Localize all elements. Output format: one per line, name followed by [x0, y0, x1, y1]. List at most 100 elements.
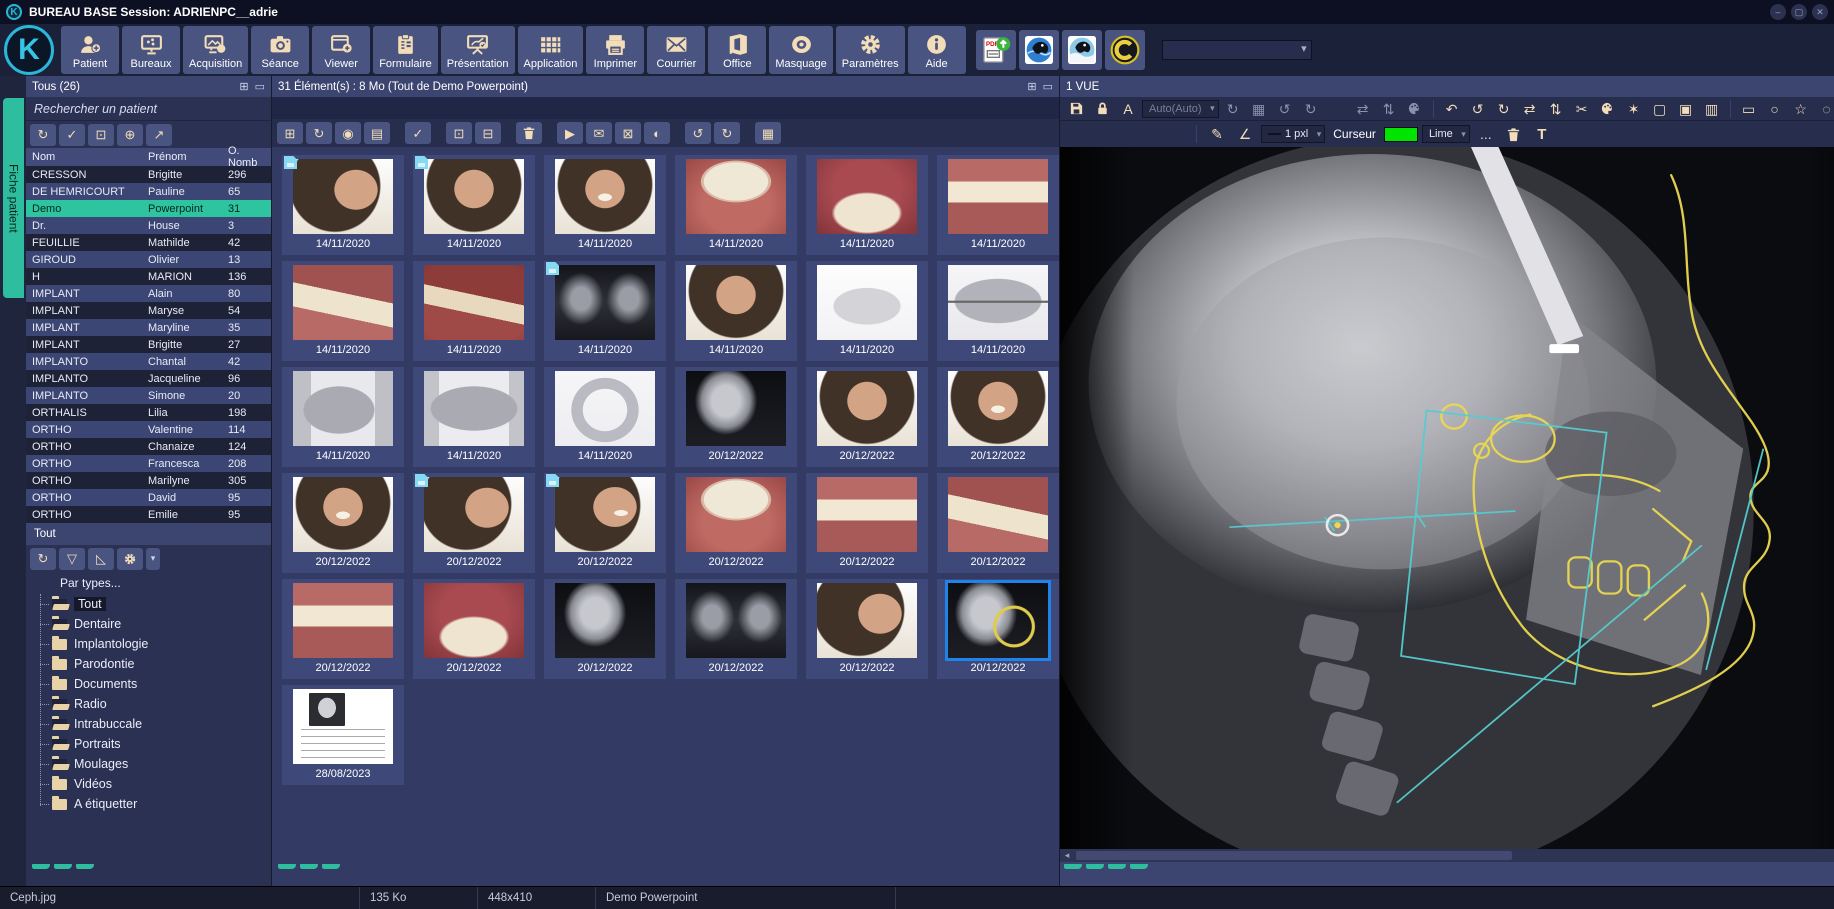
patient-row[interactable]: ORTHO Chanaize 124	[26, 438, 271, 455]
tiles-button[interactable]: ⊞	[277, 122, 303, 144]
undo-button[interactable]: ↶	[1440, 98, 1464, 119]
gallery-item[interactable]: 20/12/2022	[544, 579, 666, 679]
patient-row[interactable]: ORTHALIS Lilia 198	[26, 404, 271, 421]
gallery-item[interactable]: 20/12/2022	[806, 473, 928, 573]
gallery-item[interactable]: 14/11/2020	[937, 261, 1059, 361]
tree-item-radio[interactable]: Radio	[26, 694, 271, 714]
palette2-button[interactable]	[1596, 98, 1620, 119]
menu-item-edition[interactable]	[276, 106, 296, 110]
toolbar-button[interactable]: Paramètres	[836, 26, 905, 74]
gallery-item[interactable]: 14/11/2020	[544, 155, 666, 255]
column-prenom[interactable]: Prénom	[148, 151, 228, 163]
lock-button[interactable]	[1090, 98, 1114, 119]
gallery-tab-iconographie[interactable]	[278, 864, 296, 869]
lasso-button[interactable]: ◌	[1815, 98, 1834, 119]
rotate-right2-button[interactable]: ↻	[1492, 98, 1516, 119]
patient-row[interactable]: ORTHO Valentine 114	[26, 421, 271, 438]
gallery-item[interactable]: 14/11/2020	[675, 261, 797, 361]
flip-h-button[interactable]: ⇄	[1351, 98, 1375, 119]
filter-patients-button[interactable]: ▽	[59, 548, 85, 570]
orca-web-button[interactable]	[1019, 30, 1059, 70]
types-label[interactable]: Par types...	[26, 572, 271, 594]
line-width-dropdown[interactable]: 1 pxl	[1261, 125, 1325, 143]
patient-row[interactable]: ORTHO Marilyne 305	[26, 472, 271, 489]
menu-item-image[interactable]	[296, 106, 316, 110]
toolbar-button[interactable]: Acquisition	[183, 26, 248, 74]
patient-row[interactable]: GIROUD Olivier 13	[26, 251, 271, 268]
gallery-item[interactable]: 14/11/2020	[413, 155, 535, 255]
gallery-item[interactable]: 14/11/2020	[806, 155, 928, 255]
grid-button[interactable]: ▦	[1247, 98, 1271, 119]
properties-button[interactable]: ▥	[1700, 98, 1724, 119]
toolbar-button[interactable]: Courrier	[647, 26, 705, 74]
patient-row[interactable]: Dr. House 3	[26, 217, 271, 234]
flip-h2-button[interactable]: ⇄	[1518, 98, 1542, 119]
cursor-color-swatch[interactable]	[1384, 127, 1418, 142]
close-button[interactable]: ✕	[1812, 4, 1828, 20]
scrollbar-thumb[interactable]	[1076, 851, 1512, 860]
grid-button[interactable]: ▦	[755, 122, 781, 144]
gallery-tab-formulaires[interactable]	[300, 864, 318, 869]
more-options-button[interactable]: ...	[1474, 124, 1498, 145]
copy-button[interactable]: ⊡	[446, 122, 472, 144]
patient-row[interactable]: IMPLANTO Chantal 42	[26, 353, 271, 370]
tree-item-a-tiquetter[interactable]: A étiquetter	[26, 794, 271, 814]
validate-button[interactable]: ✓	[59, 124, 85, 146]
effects-button[interactable]: ✶	[1622, 98, 1646, 119]
gallery-item[interactable]: 20/12/2022	[282, 473, 404, 573]
refresh-button[interactable]: ↻	[306, 122, 332, 144]
toolbar-button[interactable]: Masquage	[769, 26, 832, 74]
annotate-button[interactable]: ▣	[1674, 98, 1698, 119]
gallery-item[interactable]: 20/12/2022	[806, 579, 928, 679]
collapse-panel-icon[interactable]: ▭	[1043, 80, 1053, 93]
save-button[interactable]	[1064, 98, 1088, 119]
cursor-color-dropdown[interactable]: Lime	[1422, 125, 1470, 143]
duplicate-button[interactable]: ⊡	[88, 124, 114, 146]
filter-stats-button[interactable]: ◺	[88, 548, 114, 570]
patient-row[interactable]: DE HEMRICOURT Pauline 65	[26, 183, 271, 200]
export-button[interactable]: ↗	[146, 124, 172, 146]
gallery-item[interactable]: 20/12/2022	[544, 473, 666, 573]
zoom-dropdown[interactable]: Auto(Auto)	[1142, 100, 1219, 118]
toolbar-button[interactable]: Séance	[251, 26, 309, 74]
tree-item-parodontie[interactable]: Parodontie	[26, 654, 271, 674]
viewer-tab-portfolio-0-0-s-lection-s[interactable]	[1130, 864, 1148, 869]
toolbar-button[interactable]: Patient	[61, 26, 119, 74]
delete-annotation-button[interactable]	[1502, 124, 1526, 145]
toolbar-button[interactable]: Présentation	[441, 26, 515, 74]
settings-caret-button[interactable]: ▾	[146, 548, 160, 570]
frame-button[interactable]: ▢	[1648, 98, 1672, 119]
select-star-button[interactable]: ☆	[1789, 98, 1813, 119]
gallery-item[interactable]: 20/12/2022	[675, 579, 797, 679]
rotate-180-button[interactable]	[1325, 98, 1349, 119]
toolbar-button[interactable]: Bureaux	[122, 26, 180, 74]
flip-v2-button[interactable]: ⇅	[1544, 98, 1568, 119]
tree-item-moulages[interactable]: Moulages	[26, 754, 271, 774]
toolbar-button[interactable]: Aide	[908, 26, 966, 74]
scroll-left-icon[interactable]: ◂	[1060, 849, 1074, 862]
note-button[interactable]: ▤	[364, 122, 390, 144]
viewer-tab-gabarits[interactable]	[1108, 864, 1126, 869]
minimize-button[interactable]: –	[1770, 4, 1786, 20]
grid-view-icon[interactable]: ⊞	[1027, 80, 1036, 93]
patient-row[interactable]: CRESSON Brigitte 296	[26, 166, 271, 183]
gallery-item[interactable]: 20/12/2022	[937, 367, 1059, 467]
gallery-item[interactable]: 20/12/2022	[806, 367, 928, 467]
contrast-button[interactable]: ◐	[644, 122, 670, 144]
refresh-button[interactable]: ↻	[1221, 98, 1245, 119]
tree-item-vid-os[interactable]: Vidéos	[26, 774, 271, 794]
gallery-item[interactable]: 20/12/2022	[413, 473, 535, 573]
settings-button[interactable]	[117, 548, 143, 570]
gallery-tab-presentations[interactable]	[322, 864, 340, 869]
font-button[interactable]: A	[1116, 98, 1140, 119]
patient-row[interactable]: IMPLANT Maryline 35	[26, 319, 271, 336]
gallery-item[interactable]: 20/12/2022	[937, 473, 1059, 573]
column-nom[interactable]: Nom	[26, 151, 148, 163]
paste-button[interactable]: ⊟	[475, 122, 501, 144]
gallery-item[interactable]: 14/11/2020	[282, 261, 404, 361]
rotate-left2-button[interactable]: ↺	[1466, 98, 1490, 119]
delete-button[interactable]	[516, 122, 542, 144]
protractor-button[interactable]: ∠	[1233, 124, 1257, 145]
gallery-item[interactable]: 14/11/2020	[413, 367, 535, 467]
tree-item-tout[interactable]: Tout	[26, 594, 271, 614]
